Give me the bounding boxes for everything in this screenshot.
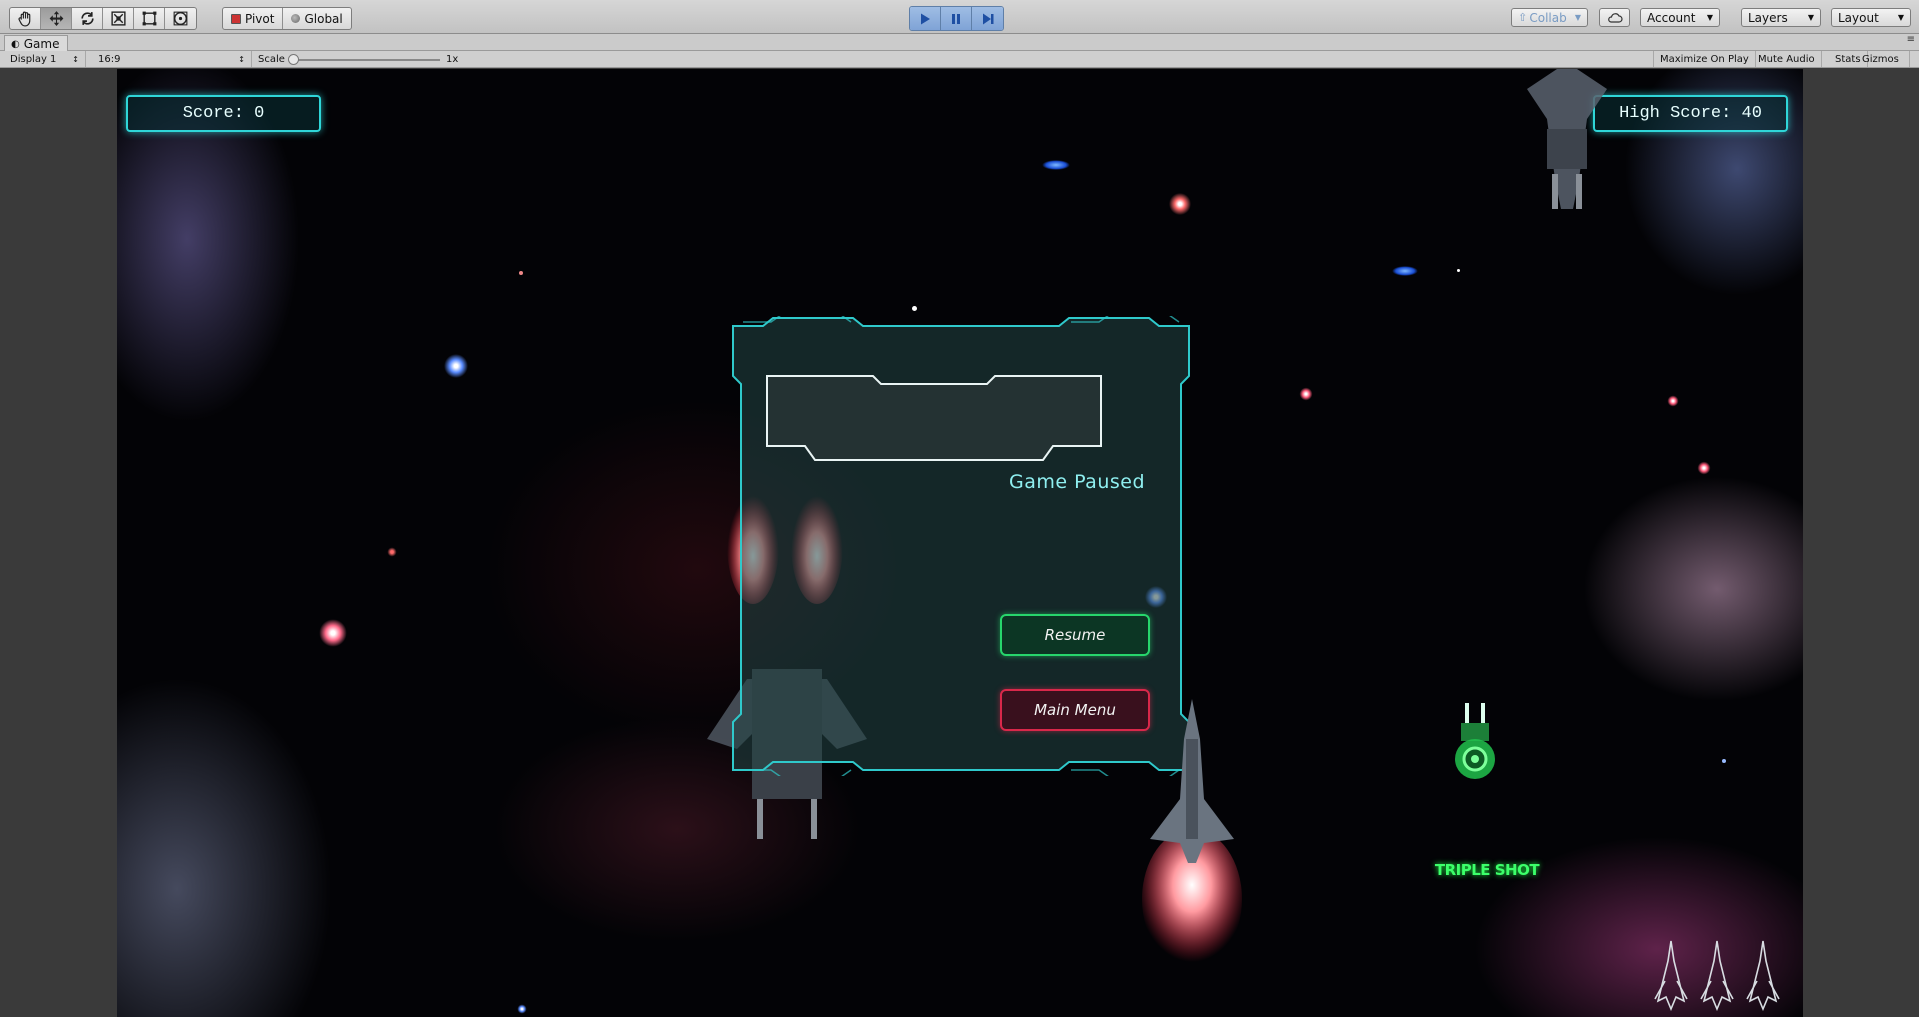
star — [1667, 395, 1679, 407]
tab-menu-icon[interactable]: ≡ — [1907, 34, 1915, 45]
star — [318, 618, 348, 648]
star — [1457, 269, 1460, 272]
scale-slider-handle[interactable] — [288, 54, 299, 65]
pivot-global-toggles: Pivot Global — [222, 7, 352, 30]
chevron-down-icon: ▼ — [1897, 13, 1904, 22]
pause-title: Game Paused — [1008, 471, 1146, 493]
life-ship-icon — [1654, 940, 1688, 1011]
star — [1392, 266, 1418, 276]
cloud-icon — [1607, 13, 1623, 23]
star — [443, 353, 469, 379]
game-tab-strip: ◐ Game ≡ — [0, 34, 1919, 52]
star — [1722, 759, 1726, 763]
global-label: Global — [304, 11, 343, 26]
unity-toolbar: Pivot Global ⇧ Collab ▼ Account ▼ Layers… — [0, 0, 1919, 34]
star — [517, 1004, 527, 1014]
mute-audio-toggle[interactable]: Mute Audio — [1752, 51, 1822, 67]
game-view-controls: Display 1 ↕ 16:9 ↕ Scale 1x Maximize On … — [0, 51, 1919, 68]
pivot-icon — [231, 13, 241, 24]
account-label: Account — [1647, 10, 1696, 25]
layers-label: Layers — [1748, 10, 1788, 25]
chevron-down-icon: ▼ — [1574, 13, 1581, 22]
game-tab-icon: ◐ — [11, 38, 20, 50]
collab-label: Collab — [1529, 10, 1567, 25]
hand-tool-icon[interactable] — [10, 8, 41, 29]
scale-value: 1x — [446, 53, 459, 65]
star — [519, 271, 523, 275]
aspect-label: 16:9 — [98, 53, 121, 65]
pivot-button[interactable]: Pivot — [223, 8, 284, 29]
layout-label: Layout — [1838, 10, 1879, 25]
star — [1168, 192, 1192, 216]
chevron-down-icon: ▼ — [1807, 13, 1814, 22]
scale-label: Scale — [258, 53, 285, 65]
account-dropdown[interactable]: Account ▼ — [1640, 8, 1720, 27]
pause-icon[interactable] — [941, 7, 972, 30]
aspect-dropdown[interactable]: 16:9 ↕ — [92, 51, 252, 67]
game-tab-title: Game — [23, 37, 60, 51]
game-tab[interactable]: ◐ Game — [4, 35, 69, 52]
maximize-on-play-toggle[interactable]: Maximize On Play — [1653, 51, 1756, 67]
rotate-tool-icon[interactable] — [72, 8, 103, 29]
step-icon[interactable] — [972, 7, 1003, 30]
powerup-label: TRIPLE SHOT — [1434, 861, 1540, 879]
cloud-button[interactable] — [1599, 8, 1630, 27]
transform-tools — [9, 7, 197, 30]
transform-tool-icon[interactable] — [165, 8, 196, 29]
game-viewport: Score: 0 High Score: 40 Game Paused Resu… — [117, 69, 1803, 1017]
score-display: Score: 0 — [126, 95, 321, 132]
gizmos-dropdown[interactable]: Gizmos — [1856, 51, 1910, 67]
chevron-down-icon: ▼ — [1706, 13, 1713, 22]
layout-dropdown[interactable]: Layout ▼ — [1831, 8, 1911, 27]
scale-slider-track[interactable] — [292, 59, 440, 61]
life-ship-icon — [1746, 940, 1780, 1011]
collab-dropdown[interactable]: ⇧ Collab ▼ — [1511, 8, 1588, 27]
resume-button[interactable]: Resume — [1000, 614, 1150, 656]
move-tool-icon[interactable] — [41, 8, 72, 29]
pivot-label: Pivot — [245, 11, 275, 26]
enemy-ship-icon — [1527, 69, 1607, 209]
star — [912, 306, 917, 311]
global-button[interactable]: Global — [283, 8, 350, 29]
life-ship-icon — [1700, 940, 1734, 1011]
star — [1042, 160, 1070, 170]
lives-indicator — [1654, 940, 1780, 1011]
updown-icon: ↕ — [238, 54, 245, 64]
triple-shot-powerup-icon — [1455, 703, 1495, 779]
rect-tool-icon[interactable] — [134, 8, 165, 29]
globe-icon — [291, 14, 301, 23]
main-menu-button[interactable]: Main Menu — [1000, 689, 1150, 731]
display-dropdown[interactable]: Display 1 ↕ — [4, 51, 86, 67]
collab-icon: ⇧ — [1518, 11, 1528, 24]
display-label: Display 1 — [10, 53, 57, 65]
star — [1299, 387, 1313, 401]
layers-dropdown[interactable]: Layers ▼ — [1741, 8, 1821, 27]
star — [1697, 461, 1711, 475]
updown-icon: ↕ — [72, 54, 79, 64]
scale-tool-icon[interactable] — [103, 8, 134, 29]
playback-controls — [909, 6, 1004, 31]
play-icon[interactable] — [910, 7, 941, 30]
gizmos-label: Gizmos — [1862, 53, 1899, 65]
player-ship-icon — [1142, 699, 1242, 969]
star — [387, 547, 397, 557]
